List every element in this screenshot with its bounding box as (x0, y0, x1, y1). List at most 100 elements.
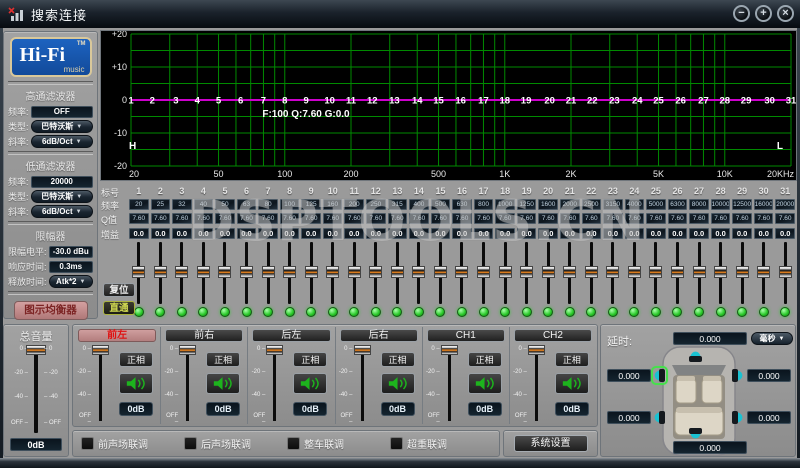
band-fader[interactable] (494, 242, 516, 304)
band-q-field[interactable]: 7.60 (409, 213, 429, 224)
phase-button[interactable]: 正相 (206, 352, 240, 367)
fader-handle[interactable] (649, 266, 662, 278)
band-frequency-field[interactable]: 12500 (732, 199, 752, 210)
band-frequency-field[interactable]: 20 (129, 199, 149, 210)
mute-button[interactable] (468, 373, 502, 394)
band-gain-field[interactable]: 0.0 (538, 228, 558, 239)
fader-handle[interactable] (499, 266, 512, 278)
fader-track[interactable] (654, 242, 657, 304)
channel-select-button[interactable]: 后左 (252, 329, 330, 342)
band-fader[interactable] (430, 242, 452, 304)
eq-response-chart[interactable]: +20+100-10-2020501002005001K2K5K10K20KHz… (100, 30, 797, 181)
phase-button[interactable]: 正相 (293, 352, 327, 367)
band-q-field[interactable]: 7.60 (711, 213, 731, 224)
band-gain-field[interactable]: 0.0 (668, 228, 688, 239)
fader-track[interactable] (288, 242, 291, 304)
fader-handle[interactable] (240, 266, 253, 278)
band-gain-field[interactable]: 0.0 (560, 228, 580, 239)
band-frequency-field[interactable]: 80 (258, 199, 278, 210)
checkbox[interactable] (287, 437, 300, 450)
fader-track[interactable] (99, 348, 102, 421)
band-fader[interactable] (451, 242, 473, 304)
band-gain-field[interactable]: 0.0 (409, 228, 429, 239)
front-left-speaker-icon[interactable] (653, 368, 666, 383)
fader-handle[interactable] (266, 345, 283, 355)
channel-select-button[interactable]: 前左 (78, 329, 156, 342)
band-q-field[interactable]: 7.60 (344, 213, 364, 224)
fader-track[interactable] (460, 242, 463, 304)
band-frequency-field[interactable]: 63 (237, 199, 257, 210)
band-frequency-field[interactable]: 125 (301, 199, 321, 210)
band-gain-field[interactable]: 0.0 (495, 228, 515, 239)
band-frequency-field[interactable]: 32 (172, 199, 192, 210)
fader-handle[interactable] (563, 266, 576, 278)
band-gain-field[interactable]: 0.0 (711, 228, 731, 239)
band-gain-field[interactable]: 0.0 (732, 228, 752, 239)
delay-rear-right-field[interactable]: 0.000 (747, 411, 791, 424)
front-center-speaker-icon[interactable] (688, 350, 703, 363)
phase-button[interactable]: 正相 (468, 352, 502, 367)
lpf-freq-field[interactable]: 20000 (31, 176, 93, 188)
band-fader[interactable] (343, 242, 365, 304)
band-frequency-field[interactable]: 1600 (538, 199, 558, 210)
band-q-field[interactable]: 7.60 (625, 213, 645, 224)
delay-front-left-field[interactable]: 0.000 (607, 369, 651, 382)
phase-button[interactable]: 正相 (555, 352, 589, 367)
band-frequency-field[interactable]: 630 (452, 199, 472, 210)
channel-gain-display[interactable]: 0dB (206, 402, 240, 416)
band-fader[interactable] (537, 242, 559, 304)
mute-button[interactable] (293, 373, 327, 394)
maximize-button[interactable]: + (755, 5, 772, 22)
fader-track[interactable] (676, 242, 679, 304)
fader-handle[interactable] (542, 266, 555, 278)
band-gain-field[interactable]: 0.0 (172, 228, 192, 239)
limiter-release-dropdown[interactable]: Atk*2▼ (49, 275, 93, 288)
band-fader[interactable] (150, 242, 172, 304)
band-frequency-field[interactable]: 100 (280, 199, 300, 210)
band-q-field[interactable]: 7.60 (646, 213, 666, 224)
band-q-field[interactable]: 7.60 (538, 213, 558, 224)
minimize-button[interactable]: − (733, 5, 750, 22)
limiter-level-field[interactable]: -30.0 dBu (49, 246, 93, 258)
band-q-field[interactable]: 7.60 (603, 213, 623, 224)
band-q-field[interactable]: 7.60 (495, 213, 515, 224)
band-gain-field[interactable]: 0.0 (323, 228, 343, 239)
delay-rear-left-field[interactable]: 0.000 (607, 411, 651, 424)
fader-track[interactable] (310, 242, 313, 304)
channel-gain-display[interactable]: 0dB (293, 402, 327, 416)
fader-track[interactable] (784, 242, 787, 304)
band-gain-field[interactable]: 0.0 (474, 228, 494, 239)
fader-handle[interactable] (369, 266, 382, 278)
band-gain-field[interactable]: 0.0 (237, 228, 257, 239)
band-q-field[interactable]: 7.60 (582, 213, 602, 224)
band-q-field[interactable]: 7.60 (194, 213, 214, 224)
band-frequency-field[interactable]: 16000 (754, 199, 774, 210)
fader-handle[interactable] (175, 266, 188, 278)
fader-handle[interactable] (585, 266, 598, 278)
band-fader[interactable] (257, 242, 279, 304)
delay-front-right-field[interactable]: 0.000 (747, 369, 791, 382)
band-q-field[interactable]: 7.60 (452, 213, 472, 224)
band-fader[interactable] (559, 242, 581, 304)
fader-handle[interactable] (779, 266, 792, 278)
band-q-field[interactable]: 7.60 (388, 213, 408, 224)
checkbox[interactable] (390, 437, 403, 450)
fader-handle[interactable] (348, 266, 361, 278)
mute-button[interactable] (119, 373, 153, 394)
rear-left-speaker-icon[interactable] (653, 410, 666, 425)
fader-track[interactable] (525, 242, 528, 304)
band-gain-field[interactable]: 0.0 (452, 228, 472, 239)
fader-handle[interactable] (92, 345, 109, 355)
band-q-field[interactable]: 7.60 (431, 213, 451, 224)
band-gain-field[interactable]: 0.0 (775, 228, 795, 239)
band-frequency-field[interactable]: 40 (194, 199, 214, 210)
fader-handle[interactable] (154, 266, 167, 278)
lpf-slope-dropdown[interactable]: 6dB/Oct▼ (31, 205, 93, 218)
band-q-field[interactable]: 7.60 (280, 213, 300, 224)
fader-handle[interactable] (218, 266, 231, 278)
band-fader[interactable] (408, 242, 430, 304)
channel-select-button[interactable]: CH1 (427, 329, 505, 342)
band-frequency-field[interactable]: 5000 (646, 199, 666, 210)
fader-handle[interactable] (197, 266, 210, 278)
band-gain-field[interactable]: 0.0 (258, 228, 278, 239)
